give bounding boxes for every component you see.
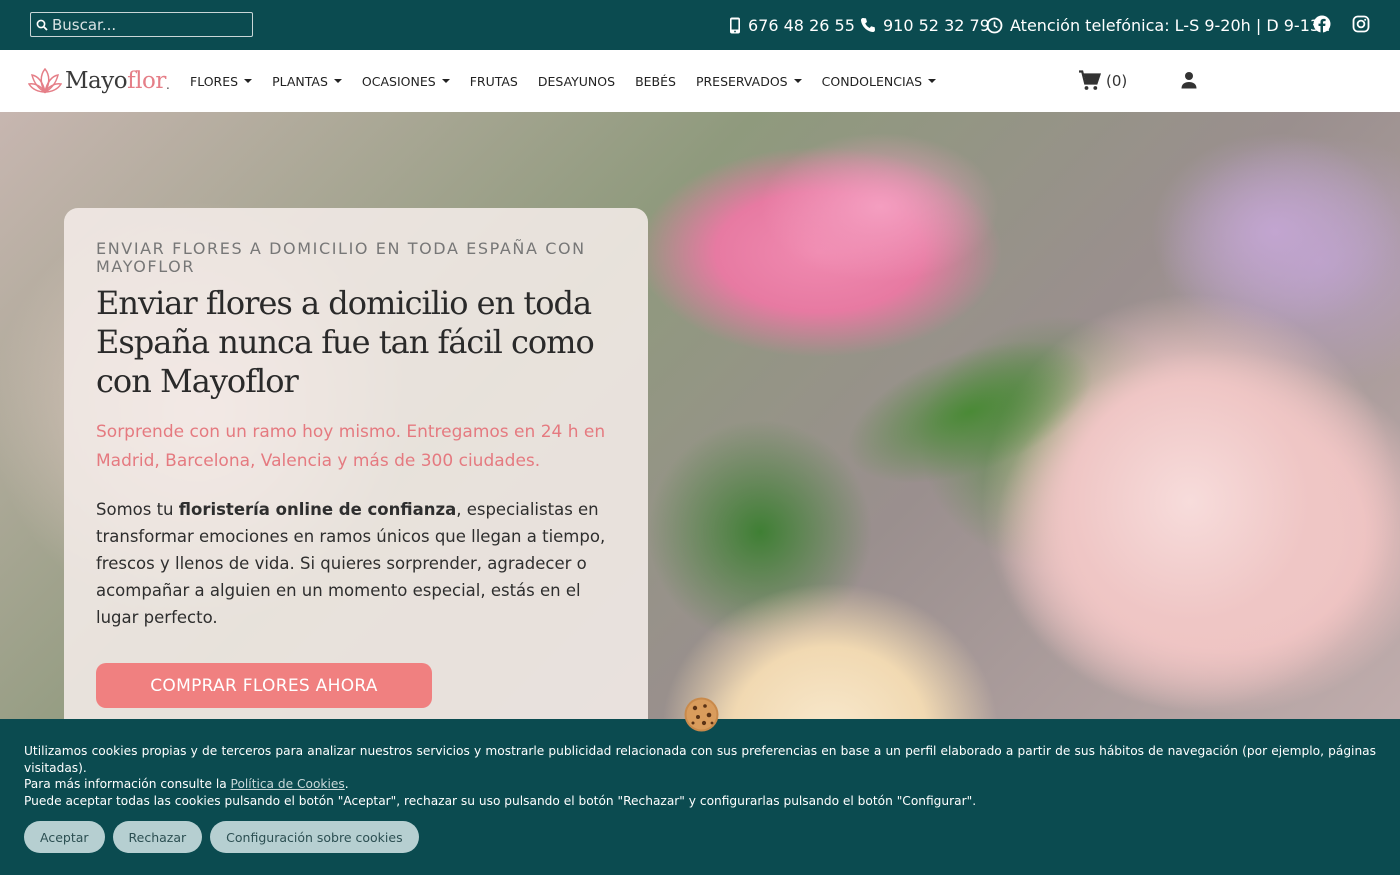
mobile-phone-icon xyxy=(730,17,740,33)
cookie-banner: Utilizamos cookies propias y de terceros… xyxy=(0,719,1400,875)
cookie-text-line2: Para más información consulte la Polític… xyxy=(24,776,1376,793)
logo-wordmark: Mayoflor xyxy=(65,68,166,94)
configure-cookies-button[interactable]: Configuración sobre cookies xyxy=(210,821,419,853)
nav-item-flores[interactable]: FLORES xyxy=(190,73,253,89)
cookie-icon xyxy=(684,697,719,732)
hero-title: Enviar flores a domicilio en toda España… xyxy=(96,284,595,400)
caret-down-icon xyxy=(928,79,937,83)
caret-down-icon xyxy=(333,79,342,83)
cookie-policy-link[interactable]: Política de Cookies xyxy=(231,777,345,791)
search-icon xyxy=(36,19,48,31)
cookie-buttons: Aceptar Rechazar Configuración sobre coo… xyxy=(24,821,427,853)
hero-body-suffix: , especialistas en transformar emociones… xyxy=(96,500,606,627)
logo-text-main: Mayo xyxy=(65,68,128,94)
nav-item-label: PRESERVADOS xyxy=(695,73,788,89)
nav-item-label: DESAYUNOS xyxy=(537,73,616,89)
hero-lead: Sorprende con un ramo hoy mismo. Entrega… xyxy=(96,422,606,471)
nav-item-frutas[interactable]: FRUTAS xyxy=(470,74,518,89)
hero-lilac-shape xyxy=(1150,132,1400,332)
mobile-phone-link[interactable]: 676 48 26 55 xyxy=(729,0,855,50)
mayoflor-logo[interactable]: Mayoflor xyxy=(28,64,166,98)
nav-item-label: FRUTAS xyxy=(469,73,518,89)
accept-cookies-button[interactable]: Aceptar xyxy=(24,821,105,853)
hero-pink-gerbera-shape xyxy=(760,132,1000,282)
hero-eyebrow: ENVIAR FLORES A DOMICILIO EN TODA ESPAÑA… xyxy=(96,239,586,276)
cookie-text-line2-prefix: Para más información consulte la xyxy=(24,777,231,791)
nav-item-ocasiones[interactable]: OCASIONES xyxy=(362,74,450,89)
landline-phone-link[interactable]: 910 52 32 79 xyxy=(860,0,990,50)
cart-link[interactable]: (0) xyxy=(1078,70,1127,91)
opening-hours: Atención telefónica: L-S 9-20h | D 9-13h xyxy=(986,0,1330,50)
buy-flowers-button[interactable]: COMPRAR FLORES AHORA xyxy=(96,663,432,708)
cart-count: (0) xyxy=(1106,71,1128,90)
nav-item-condolencias[interactable]: CONDOLENCIAS xyxy=(822,74,937,89)
clock-icon xyxy=(986,17,1003,33)
caret-down-icon xyxy=(244,79,253,83)
user-account-icon[interactable] xyxy=(1180,71,1198,89)
landline-phone-number: 910 52 32 79 xyxy=(883,15,990,35)
caret-down-icon xyxy=(441,79,450,83)
caret-down-icon xyxy=(793,79,802,83)
opening-hours-text: Atención telefónica: L-S 9-20h | D 9-13h xyxy=(1010,15,1331,35)
nav-item-bebes[interactable]: BEBÉS xyxy=(635,74,676,89)
instagram-icon[interactable] xyxy=(1352,15,1370,33)
shopping-cart-icon xyxy=(1079,70,1101,90)
phone-icon xyxy=(860,18,875,33)
nav-item-label: OCASIONES xyxy=(361,73,436,89)
search-box[interactable] xyxy=(30,12,253,37)
nav-item-preservados[interactable]: PRESERVADOS xyxy=(696,74,802,89)
main-navbar: Mayoflor . FLORES PLANTAS OCASIONES FRUTAS D… xyxy=(0,50,1400,112)
logo-text-accent: flor xyxy=(127,68,166,94)
hero-body-prefix: Somos tu xyxy=(96,500,179,519)
cookie-text-line3: Puede aceptar todas las cookies pulsando… xyxy=(24,793,977,808)
hero-card: ENVIAR FLORES A DOMICILIO EN TODA ESPAÑA… xyxy=(64,208,648,768)
nav-item-plantas[interactable]: PLANTAS xyxy=(272,74,342,89)
nav-item-desayunos[interactable]: DESAYUNOS xyxy=(538,74,615,89)
hero-body-bold: floristería online de confianza xyxy=(178,500,457,519)
reject-cookies-button[interactable]: Rechazar xyxy=(112,821,203,853)
nav-item-label: BEBÉS xyxy=(635,73,676,89)
logo-separator: . xyxy=(166,78,170,92)
nav-item-label: PLANTAS xyxy=(272,73,328,89)
hero-body: Somos tu floristería online de confianza… xyxy=(96,496,626,631)
top-bar: 676 48 26 55 910 52 32 79 Atención telef… xyxy=(0,0,1400,50)
search-input[interactable] xyxy=(52,15,242,34)
nav-item-label: FLORES xyxy=(190,73,239,89)
facebook-icon[interactable] xyxy=(1313,15,1331,33)
lotus-logo-icon xyxy=(28,67,62,94)
mobile-phone-number: 676 48 26 55 xyxy=(748,15,855,35)
cookie-text-line1: Utilizamos cookies propias y de terceros… xyxy=(24,744,1376,775)
nav-item-label: CONDOLENCIAS xyxy=(821,73,923,89)
cookie-text-line2-suffix: . xyxy=(344,777,349,791)
cookie-text: Utilizamos cookies propias y de terceros… xyxy=(24,743,1376,809)
main-menu: FLORES PLANTAS OCASIONES FRUTAS DESAYUNOS BEB… xyxy=(190,50,956,112)
